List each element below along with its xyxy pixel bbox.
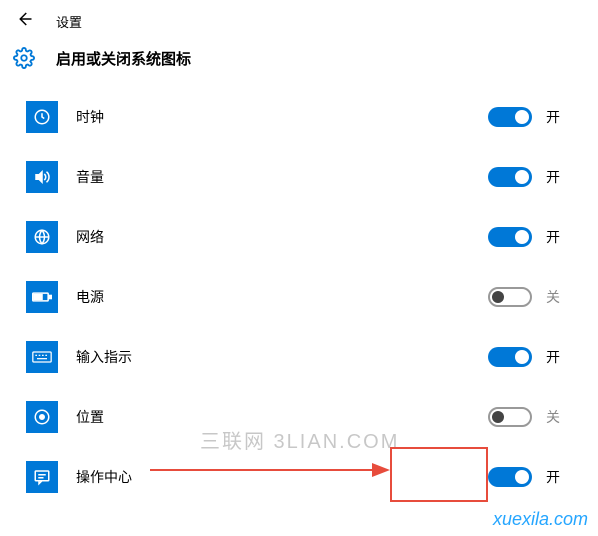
list-item-network: 网络 开 [26,207,574,267]
toggle-power[interactable] [488,287,532,307]
toggle-input-indicator[interactable] [488,347,532,367]
gear-icon [12,47,36,69]
clock-icon [26,101,58,133]
location-icon [26,401,58,433]
volume-icon [26,161,58,193]
list-item-location: 位置 关 [26,387,574,447]
power-icon [26,281,58,313]
toggle-state-label: 开 [546,107,560,127]
toggle-state-label: 关 [546,287,560,307]
page-title: 启用或关闭系统图标 [56,48,191,69]
action-center-icon [26,461,58,493]
back-button[interactable] [12,10,36,33]
page-header: 启用或关闭系统图标 [0,39,598,87]
item-label: 输入指示 [76,347,470,367]
watermark-corner: xuexila.com [493,509,588,530]
item-label: 网络 [76,227,470,247]
toggle-state-label: 关 [546,407,560,427]
list-item-input-indicator: 输入指示 开 [26,327,574,387]
toggle-network[interactable] [488,227,532,247]
toggle-state-label: 开 [546,167,560,187]
item-label: 时钟 [76,107,470,127]
toggle-state-label: 开 [546,347,560,367]
title-bar: 设置 [0,0,598,39]
network-icon [26,221,58,253]
item-label: 位置 [76,407,470,427]
list-item-power: 电源 关 [26,267,574,327]
toggle-volume[interactable] [488,167,532,187]
toggle-clock[interactable] [488,107,532,127]
list-item-action-center: 操作中心 开 [26,447,574,507]
list-item-clock: 时钟 开 [26,87,574,147]
item-label: 电源 [76,287,470,307]
item-label: 音量 [76,167,470,187]
toggle-location[interactable] [488,407,532,427]
list-item-volume: 音量 开 [26,147,574,207]
toggle-action-center[interactable] [488,467,532,487]
item-label: 操作中心 [76,467,470,487]
keyboard-icon [26,341,58,373]
toggle-state-label: 开 [546,227,560,247]
system-icons-list: 时钟 开 音量 开 网络 开 电源 关 [0,87,598,507]
toggle-state-label: 开 [546,467,560,487]
window-title: 设置 [56,12,82,31]
